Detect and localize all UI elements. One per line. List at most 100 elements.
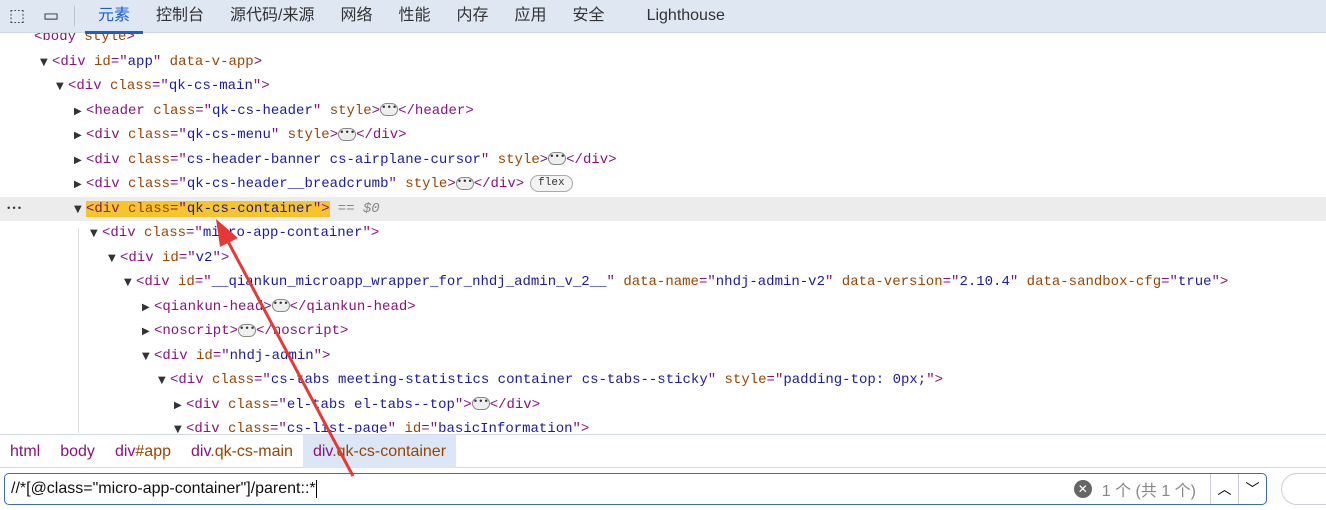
- ellipsis-expand-icon[interactable]: •••: [380, 103, 399, 117]
- tab-5[interactable]: 内存: [444, 0, 502, 33]
- ellipsis-expand-icon[interactable]: •••: [455, 176, 474, 190]
- token-tag: <div: [186, 421, 229, 433]
- token-attr: class: [128, 127, 171, 143]
- chevron-up-icon[interactable]: ︿: [1210, 474, 1238, 504]
- expand-triangle-icon[interactable]: ▶: [74, 173, 86, 197]
- token-attr: class: [228, 396, 271, 413]
- token-val: qk-cs-main: [168, 78, 253, 94]
- token-tag: </header>: [398, 102, 474, 119]
- token-tag: <div: [86, 151, 129, 168]
- selected-ref: == $0: [337, 200, 380, 217]
- token-tag: =": [195, 102, 213, 119]
- dom-node[interactable]: ▼ <div class="micro-app-container">: [0, 221, 1326, 245]
- tab-1[interactable]: 控制台: [143, 0, 217, 33]
- device-toolbar-icon[interactable]: ▭: [34, 0, 68, 33]
- expand-triangle-icon[interactable]: ▶: [142, 296, 154, 320]
- dom-node[interactable]: ▶ <div class="el-tabs el-tabs--top">•••</…: [0, 393, 1326, 417]
- token-tag: =": [270, 421, 287, 433]
- tab-7[interactable]: 安全: [560, 0, 618, 33]
- search-option-button[interactable]: [1281, 473, 1326, 505]
- token-val: qk-cs-header: [212, 102, 313, 119]
- chevron-down-icon[interactable]: ﹀: [1238, 474, 1266, 504]
- dom-node[interactable]: ▼ <div id="app" data-v-app>: [0, 50, 1326, 74]
- dom-node[interactable]: ▶ <qiankun-head>•••</qiankun-head>: [0, 295, 1326, 319]
- token-tag: =": [186, 225, 203, 241]
- token-tag: </qiankun-head>: [289, 298, 416, 315]
- token-tag: ">: [362, 225, 380, 241]
- breadcrumb-item[interactable]: div#app: [105, 435, 181, 468]
- dom-node[interactable]: ▼ <div id="__qiankun_microapp_wrapper_for…: [0, 270, 1326, 294]
- collapse-triangle-icon[interactable]: ▼: [40, 51, 52, 75]
- expand-triangle-icon[interactable]: ▶: [74, 100, 86, 124]
- tab-4[interactable]: 性能: [386, 0, 444, 33]
- token-tag: ": [480, 151, 498, 168]
- token-tag: =": [178, 249, 196, 266]
- dom-node[interactable]: ▶ <div class="qk-cs-menu" style>•••</div>: [0, 123, 1326, 147]
- tab-0[interactable]: 元素: [85, 0, 144, 34]
- expand-triangle-icon[interactable]: ▶: [74, 149, 86, 173]
- tab-3[interactable]: 网络: [327, 0, 385, 33]
- token-val: cs-list-page: [286, 421, 388, 433]
- breadcrumb: html body div#app div.qk-cs-main div.qk-cs-c…: [0, 434, 1326, 468]
- collapse-triangle-icon[interactable]: ▼: [142, 345, 154, 369]
- dom-node[interactable]: ▼ <div class="qk-cs-main">: [0, 74, 1326, 98]
- token-tag: =": [110, 53, 128, 70]
- breadcrumb-item[interactable]: body: [50, 435, 105, 468]
- token-tag: ": [824, 274, 842, 290]
- token-val: v2: [195, 249, 213, 266]
- token-tag: =": [170, 151, 187, 168]
- token-tag: ">: [454, 396, 472, 413]
- dom-node[interactable]: ▼ <div class="cs-tabs meeting-statistics …: [0, 368, 1326, 392]
- expand-triangle-icon[interactable]: ▶: [174, 394, 186, 418]
- collapse-triangle-icon[interactable]: ▼: [174, 418, 186, 433]
- collapse-triangle-icon[interactable]: ▼: [56, 75, 68, 99]
- token-tag: <div: [68, 78, 111, 94]
- breadcrumb-item[interactable]: div.qk-cs-main: [181, 435, 303, 468]
- dom-node[interactable]: ▼ <div class="cs-list-page" id="basicInfo…: [0, 417, 1326, 433]
- token-val: true: [1177, 274, 1212, 290]
- tab-6[interactable]: 应用: [502, 0, 560, 33]
- ellipsis-expand-icon[interactable]: •••: [338, 127, 357, 141]
- ellipsis-expand-icon[interactable]: •••: [238, 323, 257, 337]
- token-attr: class: [228, 421, 271, 433]
- ellipsis-expand-icon[interactable]: •••: [271, 299, 290, 313]
- dom-node[interactable]: <body style>: [0, 33, 1326, 49]
- dom-node[interactable]: ▶ <div class="cs-header-banner cs-airplan…: [0, 148, 1326, 172]
- dom-node[interactable]: ▶ <div class="qk-cs-header__breadcrumb" s…: [0, 172, 1326, 196]
- breadcrumb-item[interactable]: div.qk-cs-container: [302, 434, 457, 468]
- dom-node[interactable]: ▶ <noscript>•••</noscript>: [0, 319, 1326, 343]
- inspect-element-icon[interactable]: ⬚: [0, 0, 34, 33]
- expand-triangle-icon[interactable]: ▶: [142, 320, 154, 344]
- token-tag: >: [253, 53, 263, 70]
- token-attr: style: [329, 102, 372, 119]
- collapse-triangle-icon[interactable]: ▼: [90, 222, 102, 246]
- token-tag: =": [212, 347, 230, 364]
- ellipsis-expand-icon[interactable]: •••: [471, 397, 490, 411]
- tab-8[interactable]: Lighthouse: [634, 0, 738, 33]
- breadcrumb-item[interactable]: html: [0, 435, 50, 468]
- expand-triangle-icon[interactable]: ▶: [74, 124, 86, 148]
- token-attr: class: [128, 151, 171, 168]
- token-val: qk-cs-header__breadcrumb: [186, 176, 389, 192]
- token-tag: =": [270, 396, 287, 413]
- flex-badge[interactable]: flex: [530, 174, 573, 192]
- collapse-triangle-icon[interactable]: ▼: [74, 198, 86, 222]
- dom-node[interactable]: ▼ <div id="nhdj-admin">: [0, 344, 1326, 368]
- dom-node[interactable]: ••• ▼ <div class="qk-cs-container"> == $0: [0, 196, 1326, 222]
- token-tag: >: [371, 102, 381, 119]
- clear-search-icon[interactable]: ✕: [1073, 480, 1092, 498]
- token-val: qk-cs-container: [186, 200, 313, 217]
- dom-node[interactable]: ▶ <header class="qk-cs-header" style>•••<…: [0, 99, 1326, 123]
- ellipsis-expand-icon[interactable]: •••: [548, 152, 567, 166]
- tab-2[interactable]: 源代码/来源: [217, 0, 327, 33]
- collapse-triangle-icon[interactable]: ▼: [124, 271, 136, 295]
- node-markup: <div id="app" data-v-app>: [52, 54, 262, 70]
- dom-tree: <body style> ▼ <div id="app" data-v-app> ▼ <…: [0, 33, 1326, 433]
- collapse-triangle-icon[interactable]: ▼: [158, 369, 170, 393]
- token-attr: class: [144, 225, 187, 241]
- search-input[interactable]: //*[@class="micro-app-container"]/parent…: [5, 479, 1074, 498]
- dom-node[interactable]: ▼ <div id="v2">: [0, 246, 1326, 270]
- more-options-icon[interactable]: •••: [6, 197, 22, 221]
- collapse-triangle-icon[interactable]: ▼: [108, 247, 120, 271]
- node-markup: <div id="v2">: [120, 250, 229, 266]
